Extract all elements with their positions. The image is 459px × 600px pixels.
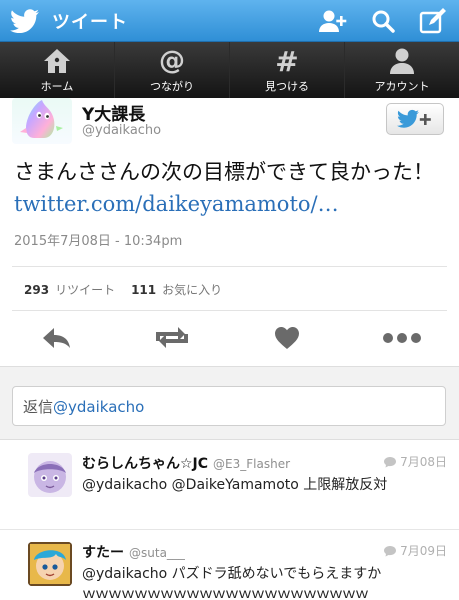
list-item[interactable]: むらしんちゃん☆JC @E3_Flasher 7月08日 @ydaikacho @… [0,441,459,529]
favorite-count[interactable]: 111 [131,283,156,297]
tab-account[interactable]: アカウント [345,42,459,98]
reply-text: @ydaikacho @DaikeYamamoto 上限解放反対 [82,477,388,493]
avatar[interactable] [28,542,72,586]
reply-author[interactable]: むらしんちゃん☆JC @E3_Flasher [82,453,290,473]
retweet-icon[interactable] [115,318,230,358]
follow-button[interactable] [386,103,444,135]
reply-prefix: 返信 [23,398,54,416]
reply-date: 7月08日 [383,453,447,470]
user-handle[interactable]: @ydaikacho [82,123,161,138]
reply-mention: @ydaikacho [53,398,145,416]
retweet-count[interactable]: 293 [24,283,49,297]
user-icon [388,46,416,76]
tweet-body: さまんささんの次の目標ができて良かった！ [14,160,434,184]
compose-icon[interactable] [417,6,449,36]
tab-discover-label: 見つける [265,80,309,93]
svg-text:@: @ [159,47,185,75]
tab-account-label: アカウント [374,80,430,93]
reply-text: @ydaikacho パズドラ舐めないでもらえますか ｗｗｗｗｗｗｗｗｗｗｗｗｗ… [82,564,452,600]
at-icon: @ [158,46,186,76]
reply-text-line: ｗｗｗｗｗｗｗｗｗｗｗｗｗｗｗｗｗｗｗｗｗｗ [82,586,369,600]
twitter-bird-icon [10,7,42,35]
divider [12,310,447,311]
reply-author[interactable]: すたー @suta___ [82,542,185,562]
reply-date: 7月09日 [383,542,447,559]
reply-handle: @E3_Flasher [213,457,291,471]
reply-icon[interactable] [0,318,115,358]
reply-handle: @suta___ [129,546,185,560]
avatar[interactable] [28,453,72,497]
add-user-icon[interactable] [317,6,349,36]
tab-home[interactable]: ホーム [0,42,115,98]
reply-date-text: 7月09日 [400,544,447,558]
tab-connect[interactable]: @ つながり [115,42,230,98]
tab-discover[interactable]: # 見つける [230,42,345,98]
retweet-label[interactable]: リツイート [55,281,115,298]
tweet-stats: 293 リツイート 111 お気に入り [24,281,238,298]
avatar[interactable] [12,98,72,144]
hashtag-icon: # [273,46,301,76]
comment-icon [384,545,397,556]
top-header: ツイート [0,0,459,42]
display-name[interactable]: Y大課長 [82,100,145,125]
svg-text:#: # [275,47,298,75]
list-item[interactable]: すたー @suta___ 7月09日 @ydaikacho パズドラ舐めないでもら… [0,530,459,600]
tweet-author: Y大課長 @ydaikacho [0,98,459,148]
more-icon[interactable] [344,318,459,358]
tweet-timestamp: 2015年7月08日 - 10:34pm [14,234,183,249]
reply-date-text: 7月08日 [400,455,447,469]
favorite-icon[interactable] [230,318,345,358]
reply-text-line: @ydaikacho パズドラ舐めないでもらえますか [82,566,382,582]
home-icon [43,46,71,76]
favorite-label[interactable]: お気に入り [162,281,222,298]
comment-icon [384,456,397,467]
tweet-link[interactable]: twitter.com/daikeyamamoto/… [14,192,339,216]
tab-bar: ホーム @ つながり # 見つける アカウント [0,42,459,98]
tab-home-label: ホーム [40,80,74,93]
reply-display-name: むらしんちゃん☆JC [82,456,209,472]
tweet-actions [0,318,459,358]
search-icon[interactable] [367,6,399,36]
tab-connect-label: つながり [150,80,194,93]
divider [12,266,447,267]
page-title: ツイート [52,11,128,33]
reply-area: 返信@ydaikacho [0,366,459,440]
tweet-text: さまんささんの次の目標ができて良かった！ twitter.com/daikeya… [14,156,446,220]
reply-input[interactable]: 返信@ydaikacho [12,386,446,426]
reply-display-name: すたー [82,545,124,561]
